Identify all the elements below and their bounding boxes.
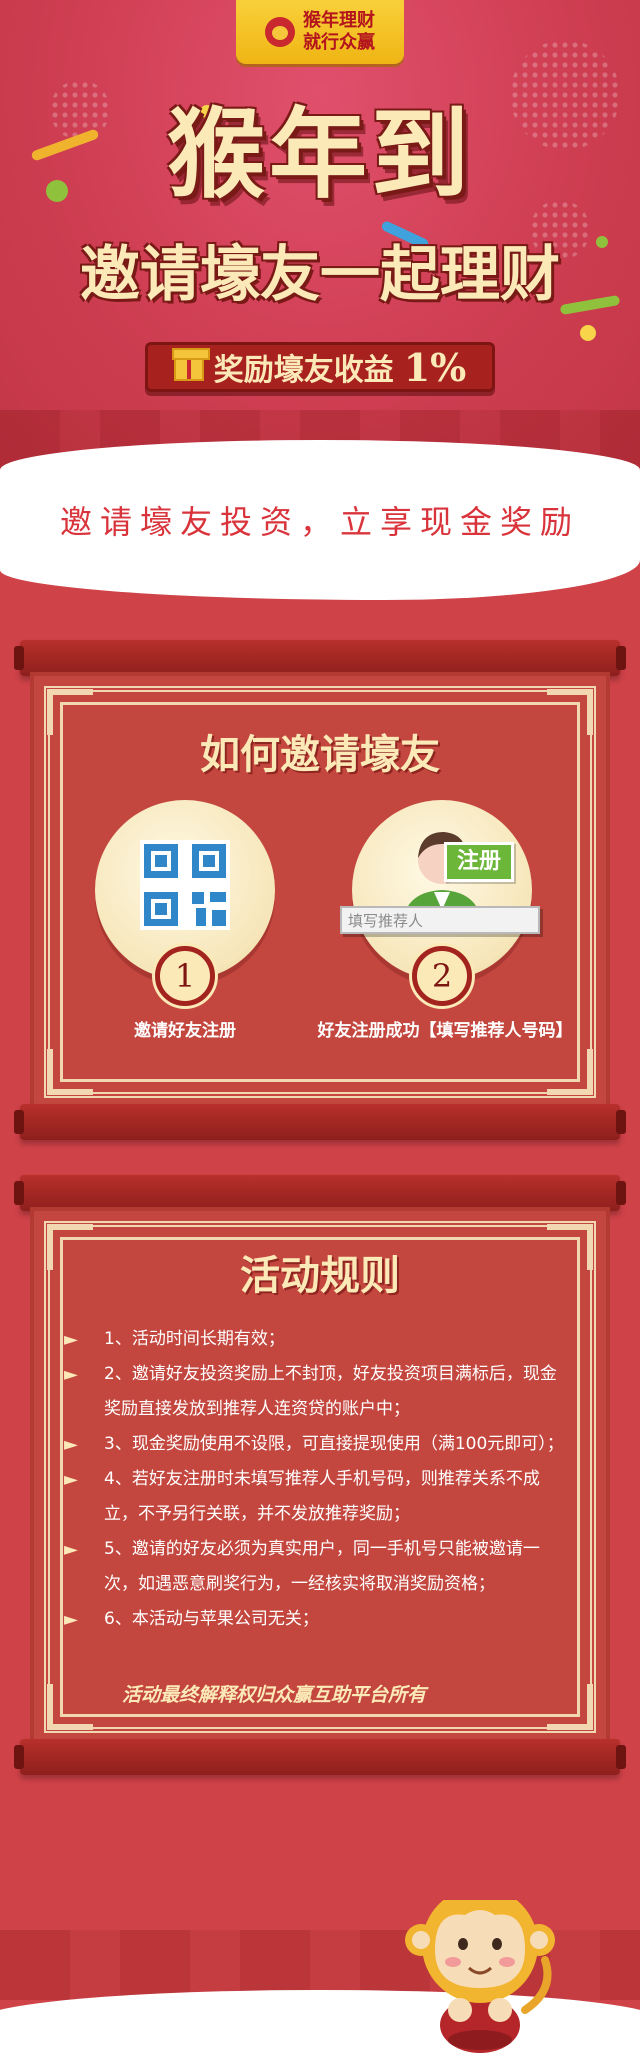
invite-step-2: 注册 填写推荐人 2 (340, 800, 540, 1006)
scroll-rod-bottom (14, 1739, 626, 1775)
invite-step-1: 1 (95, 800, 275, 1006)
reward-percent: 1% (403, 344, 467, 390)
frame-corner (547, 1049, 593, 1095)
step-number-badge: 2 (412, 946, 472, 1006)
gift-icon (171, 348, 210, 381)
hero-subtitle: 邀请壕友一起理财 (80, 240, 560, 310)
step-2-caption: 好友注册成功【填写推荐人号码】 (317, 1021, 573, 1041)
frame-corner (547, 1684, 593, 1730)
logo-line-1: 猴年理财 (303, 10, 375, 31)
scroll-rod-top (14, 1175, 626, 1211)
monkey-mascot-icon (405, 1900, 555, 2053)
rule-item: 3、现金奖励使用不设限，可直接提现使用（满100元即可）； (64, 1427, 564, 1462)
monkey-logo-icon (265, 17, 295, 47)
referrer-input[interactable]: 填写推荐人 (340, 906, 540, 934)
register-badge: 注册 (444, 842, 514, 882)
rules-footer: 活动最终解释权归众赢互助平台所有 (122, 1684, 427, 1706)
rule-item: 6、本活动与苹果公司无关； (64, 1602, 564, 1637)
step-1-caption: 邀请好友注册 (134, 1021, 236, 1041)
rules-title: 活动规则 (240, 1252, 400, 1299)
rules-list: 1、活动时间长期有效； 2、邀请好友投资奖励上不封顶，好友投资项目满标后，现金奖… (64, 1322, 564, 1637)
logo-text: 猴年理财 就行众赢 (303, 10, 375, 54)
step-number-badge: 1 (155, 946, 215, 1006)
logo-line-2: 就行众赢 (303, 32, 375, 53)
footer-decoration (0, 1900, 640, 2060)
invite-title: 如何邀请壕友 (200, 731, 440, 778)
hero-title: 猴年到 (166, 97, 473, 212)
frame-corner (47, 1049, 93, 1095)
scroll-rod-top (14, 640, 626, 676)
rule-item: 1、活动时间长期有效； (64, 1322, 564, 1357)
rule-item: 5、邀请的好友必须为真实用户，同一手机号只能被邀请一次，如遇恶意刷奖行为，一经核… (64, 1532, 564, 1602)
confetti-decoration (580, 325, 596, 341)
scroll-rod-bottom (14, 1104, 626, 1140)
brand-logo-tag: 猴年理财 就行众赢 (236, 0, 404, 64)
frame-corner (47, 1684, 93, 1730)
hero-banner: 猴年理财 就行众赢 猴年到 邀请壕友一起理财 奖励壕友收益 1% (0, 0, 640, 470)
slogan-text: 邀请壕友投资，立享现金奖励 (59, 503, 580, 541)
reward-text: 奖励壕友收益 (213, 353, 394, 388)
reward-ribbon: 奖励壕友收益 1% (145, 342, 495, 392)
qr-code-icon (140, 840, 230, 930)
rule-item: 4、若好友注册时未填写推荐人手机号码，则推荐关系不成立，不予另行关联，并不发放推… (64, 1462, 564, 1532)
rule-item: 2、邀请好友投资奖励上不封顶，好友投资项目满标后，现金奖励直接发放到推荐人连资贷… (64, 1357, 564, 1427)
slogan-band: 邀请壕友投资，立享现金奖励 (0, 440, 640, 600)
